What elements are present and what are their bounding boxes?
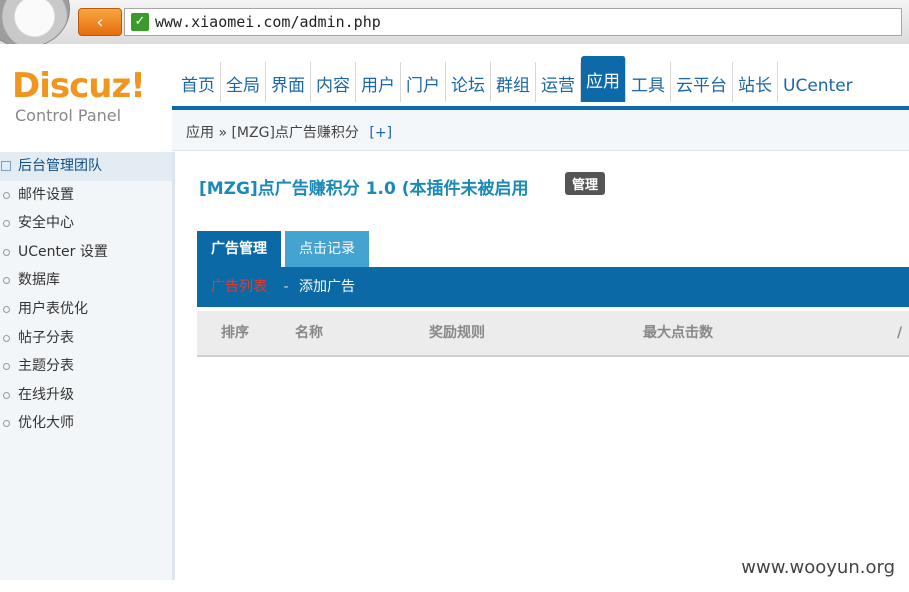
main-content: [MZG]点广告赚积分 1.0 (本插件未被启用 管理 广告管理 点击记录 广告列…	[175, 152, 909, 580]
add-shortcut-link[interactable]: [+]	[369, 125, 392, 141]
nav-item[interactable]: 应用	[581, 56, 626, 102]
nav-item[interactable]: 云平台	[671, 62, 733, 102]
nav-item[interactable]: 界面	[266, 62, 311, 102]
sidebar-item[interactable]: 优化大师	[0, 409, 172, 438]
sub-nav: 广告列表 - 添加广告	[197, 267, 909, 307]
sidebar-item-label: 优化大师	[18, 415, 74, 432]
admin-header: Discuz! Control Panel 首页 全局 界面 内容 用户 门户 论坛 群组 运营…	[0, 44, 909, 152]
nav-item[interactable]: 门户	[401, 62, 446, 102]
bullet-icon	[3, 248, 10, 256]
bullet-icon	[3, 277, 10, 285]
nav-item[interactable]: 首页	[176, 62, 221, 102]
column-header: 最大点击数	[643, 325, 713, 341]
back-button[interactable]: ‹	[78, 8, 122, 36]
sidebar-item[interactable]: UCenter 设置	[0, 238, 172, 267]
breadcrumb-path[interactable]: 应用 » [MZG]点广告赚积分	[186, 125, 359, 141]
column-header: 奖励规则	[429, 325, 485, 341]
plugin-tabs: 广告管理 点击记录	[197, 231, 373, 267]
sidebar-item[interactable]: 数据库	[0, 266, 172, 295]
sidebar-item-label: 主题分表	[18, 358, 74, 375]
bullet-icon	[3, 391, 10, 399]
sidebar-item[interactable]: 帖子分表	[0, 324, 172, 353]
column-header: 排序	[221, 325, 249, 341]
sidebar-item[interactable]: 后台管理团队	[0, 152, 172, 181]
bullet-icon	[3, 334, 10, 342]
top-nav: 首页 全局 界面 内容 用户 门户 论坛 群组 运营 应用 工具 云平台 站长 UCenter	[176, 56, 858, 102]
sidebar-item[interactable]: 邮件设置	[0, 181, 172, 210]
bullet-icon	[3, 420, 10, 428]
manage-button[interactable]: 管理	[565, 172, 606, 195]
address-bar[interactable]: ✓ www.xiaomei.com/admin.php	[124, 8, 902, 36]
nav-item[interactable]: 内容	[311, 62, 356, 102]
sidebar-item-label: 帖子分表	[18, 329, 74, 346]
plugin-tab[interactable]: 点击记录	[285, 231, 369, 267]
breadcrumb-bar: 应用 » [MZG]点广告赚积分 [+]	[172, 110, 909, 151]
folder-icon	[1, 161, 11, 171]
sidebar-item[interactable]: 主题分表	[0, 352, 172, 381]
bullet-icon	[3, 305, 10, 313]
nav-item[interactable]: 用户	[356, 62, 401, 102]
add-ad-link[interactable]: 添加广告	[299, 279, 355, 295]
nav-item[interactable]: 工具	[626, 62, 671, 102]
browser-toolbar: ‹ ✓ www.xiaomei.com/admin.php	[0, 0, 909, 48]
sidebar: 后台管理团队 邮件设置安全中心 UCenter 设置 数据库用户表优化帖子分表主题分表…	[0, 152, 175, 580]
sidebar-item-label: 安全中心	[18, 215, 74, 232]
breadcrumb: 应用 » [MZG]点广告赚积分 [+]	[186, 122, 392, 142]
nav-item[interactable]: 论坛	[446, 62, 491, 102]
plugin-title: [MZG]点广告赚积分 1.0 (本插件未被启用	[199, 179, 529, 199]
column-header: 名称	[295, 325, 323, 341]
control-panel-label: Control Panel	[15, 106, 122, 125]
sidebar-item[interactable]: 用户表优化	[0, 295, 172, 324]
nav-item[interactable]: 站长	[733, 62, 778, 102]
browser-logo-icon	[0, 0, 70, 48]
sidebar-item-label: 在线升级	[18, 386, 74, 403]
url-text[interactable]: www.xiaomei.com/admin.php	[155, 13, 381, 31]
bullet-icon	[3, 191, 10, 199]
table-header: 排序 名称 奖励规则 最大点击数 /	[197, 311, 909, 357]
sidebar-item-label: 数据库	[18, 272, 60, 289]
nav-item[interactable]: 运营	[536, 62, 581, 102]
sidebar-item-label: 用户表优化	[18, 300, 88, 317]
sidebar-item-label: UCenter 设置	[18, 243, 108, 260]
sidebar-item[interactable]: 安全中心	[0, 209, 172, 238]
sub-nav-separator: -	[283, 279, 289, 295]
plugin-tab[interactable]: 广告管理	[197, 231, 281, 267]
bullet-icon	[3, 363, 10, 371]
bullet-icon	[3, 220, 10, 228]
column-header: /	[897, 325, 903, 341]
sidebar-item-label: 邮件设置	[18, 186, 74, 203]
nav-item[interactable]: 群组	[491, 62, 536, 102]
watermark: www.wooyun.org	[741, 557, 895, 578]
checkmark-icon: ✓	[131, 13, 149, 31]
sidebar-item-label: 后台管理团队	[18, 158, 102, 174]
nav-item[interactable]: 全局	[221, 62, 266, 102]
sidebar-item[interactable]: 在线升级	[0, 381, 172, 410]
nav-item[interactable]: UCenter	[778, 62, 858, 102]
discuz-logo[interactable]: Discuz!	[12, 66, 146, 106]
ad-list-link[interactable]: 广告列表	[211, 279, 267, 295]
